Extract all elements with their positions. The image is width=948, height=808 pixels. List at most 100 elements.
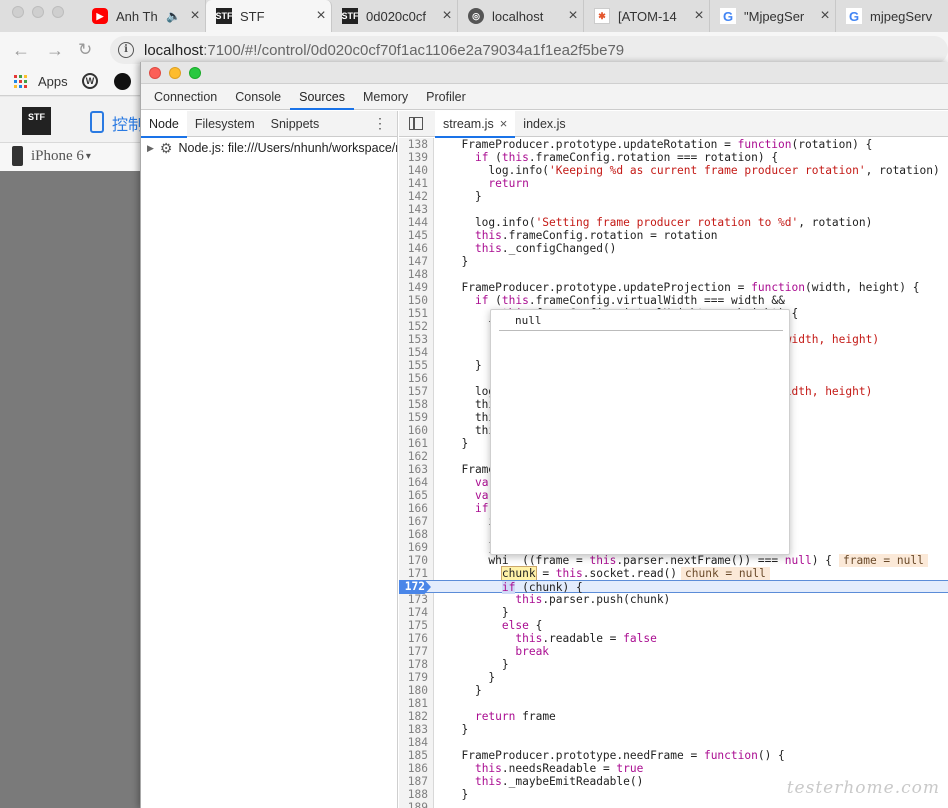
code-line[interactable]: 145 this.frameConfig.rotation = rotation: [399, 229, 948, 242]
line-number[interactable]: 169: [399, 541, 428, 554]
code-line[interactable]: 176 this.readable = false: [399, 632, 948, 645]
line-number[interactable]: 145: [399, 229, 428, 242]
line-number[interactable]: 163: [399, 463, 428, 476]
line-number[interactable]: 160: [399, 424, 428, 437]
zoom-devtools-button[interactable]: [189, 67, 201, 79]
expand-arrow-icon[interactable]: ▶: [147, 143, 154, 154]
line-number[interactable]: 185: [399, 749, 428, 762]
code-line[interactable]: 186 this.needsReadable = true: [399, 762, 948, 775]
close-window-button[interactable]: [12, 6, 24, 18]
code-line[interactable]: 178 }: [399, 658, 948, 671]
browser-tab-active[interactable]: STF STF ×: [206, 0, 332, 32]
code-line[interactable]: 172172 if (chunk) {: [399, 580, 948, 594]
line-number[interactable]: 152: [399, 320, 428, 333]
code-line[interactable]: 171 chunk = this.socket.read() chunk = nu…: [399, 566, 948, 581]
tab-sources[interactable]: Sources: [290, 84, 354, 110]
close-icon[interactable]: ×: [500, 111, 508, 137]
line-number[interactable]: 147: [399, 255, 428, 268]
browser-tab[interactable]: G mjpegServ: [836, 0, 948, 32]
code-line[interactable]: 182 return frame: [399, 710, 948, 723]
tab-node[interactable]: Node: [141, 111, 187, 138]
line-number[interactable]: 148: [399, 268, 428, 281]
line-number[interactable]: 142: [399, 190, 428, 203]
line-number[interactable]: 180: [399, 684, 428, 697]
line-number[interactable]: 186: [399, 762, 428, 775]
code-line[interactable]: 138 FrameProducer.prototype.updateRotati…: [399, 138, 948, 151]
code-line[interactable]: 148: [399, 268, 948, 281]
line-number[interactable]: 184: [399, 736, 428, 749]
line-number[interactable]: 165: [399, 489, 428, 502]
code-line[interactable]: 185 FrameProducer.prototype.needFrame = …: [399, 749, 948, 762]
close-tab-icon[interactable]: ×: [311, 7, 331, 25]
line-number[interactable]: 176: [399, 632, 428, 645]
line-number[interactable]: 146: [399, 242, 428, 255]
forward-arrow-icon[interactable]: →: [46, 40, 64, 61]
browser-tab[interactable]: ◎ localhost ×: [458, 0, 584, 32]
line-number[interactable]: 154: [399, 346, 428, 359]
code-line[interactable]: 180 }: [399, 684, 948, 697]
line-number[interactable]: 159: [399, 411, 428, 424]
line-number[interactable]: 178: [399, 658, 428, 671]
line-number[interactable]: 166: [399, 502, 428, 515]
more-options-icon[interactable]: ⋮: [373, 115, 387, 132]
tab-memory[interactable]: Memory: [354, 84, 417, 109]
line-number[interactable]: 167: [399, 515, 428, 528]
node-target-tree-item[interactable]: ▶ ⚙ Node.js: file:///Users/nhunh/workspa…: [141, 137, 397, 159]
line-number[interactable]: 162: [399, 450, 428, 463]
apps-bookmark[interactable]: Apps: [14, 74, 68, 89]
code-line[interactable]: 142 }: [399, 190, 948, 203]
code-line[interactable]: 149 FrameProducer.prototype.updateProjec…: [399, 281, 948, 294]
line-number[interactable]: 143: [399, 203, 428, 216]
line-number[interactable]: 155: [399, 359, 428, 372]
code-line[interactable]: 184: [399, 736, 948, 749]
browser-tab[interactable]: ▶ Anh Th 🔈 ×: [82, 0, 206, 32]
close-tab-icon[interactable]: ×: [815, 7, 835, 25]
minimize-devtools-button[interactable]: [169, 67, 181, 79]
line-number[interactable]: 179: [399, 671, 428, 684]
line-number[interactable]: 181: [399, 697, 428, 710]
line-number[interactable]: 177: [399, 645, 428, 658]
close-tab-icon[interactable]: ×: [185, 7, 205, 25]
code-line[interactable]: 189: [399, 801, 948, 808]
toggle-navigator-icon[interactable]: [409, 117, 423, 130]
line-number[interactable]: 189: [399, 801, 428, 808]
code-line[interactable]: 146 this._configChanged(): [399, 242, 948, 255]
line-number[interactable]: 171: [399, 567, 428, 580]
line-number[interactable]: 156: [399, 372, 428, 385]
url-input[interactable]: i localhost:7100/#!/control/0d020c0cf70f…: [110, 36, 948, 64]
tab-connection[interactable]: Connection: [145, 84, 226, 109]
line-number[interactable]: 141: [399, 177, 428, 190]
github-icon[interactable]: [114, 73, 131, 90]
code-line[interactable]: 147 }: [399, 255, 948, 268]
line-number[interactable]: 138: [399, 138, 428, 151]
editor-tab-stream[interactable]: stream.js ×: [435, 110, 516, 138]
tab-snippets[interactable]: Snippets: [263, 111, 328, 137]
line-number[interactable]: 164: [399, 476, 428, 489]
stf-logo[interactable]: STF: [22, 107, 51, 135]
line-number[interactable]: 151: [399, 307, 428, 320]
code-area[interactable]: 138 FrameProducer.prototype.updateRotati…: [399, 138, 948, 808]
code-line[interactable]: 175 else {: [399, 619, 948, 632]
line-number[interactable]: 188: [399, 788, 428, 801]
code-line[interactable]: 143: [399, 203, 948, 216]
line-number[interactable]: 157: [399, 385, 428, 398]
code-line[interactable]: 170 whi ((frame = this.parser.nextFrame(…: [399, 554, 948, 567]
code-line[interactable]: 183 }: [399, 723, 948, 736]
code-line[interactable]: 179 }: [399, 671, 948, 684]
code-line[interactable]: 173 this.parser.push(chunk): [399, 593, 948, 606]
line-number[interactable]: 161: [399, 437, 428, 450]
line-number[interactable]: 144: [399, 216, 428, 229]
code-line[interactable]: 174 }: [399, 606, 948, 619]
line-number[interactable]: 149: [399, 281, 428, 294]
wordpress-icon[interactable]: W: [82, 73, 98, 89]
line-number[interactable]: 173: [399, 593, 428, 606]
device-selector[interactable]: iPhone 6 ▾: [12, 146, 91, 166]
back-arrow-icon[interactable]: ←: [12, 40, 30, 61]
code-line[interactable]: 140 log.info('Keeping %d as current fram…: [399, 164, 948, 177]
reload-icon[interactable]: ↻: [78, 40, 92, 60]
close-tab-icon[interactable]: ×: [563, 7, 583, 25]
code-line[interactable]: 150 if (this.frameConfig.virtualWidth ==…: [399, 294, 948, 307]
code-line[interactable]: 139 if (this.frameConfig.rotation === ro…: [399, 151, 948, 164]
line-number[interactable]: 158: [399, 398, 428, 411]
line-number[interactable]: 182: [399, 710, 428, 723]
